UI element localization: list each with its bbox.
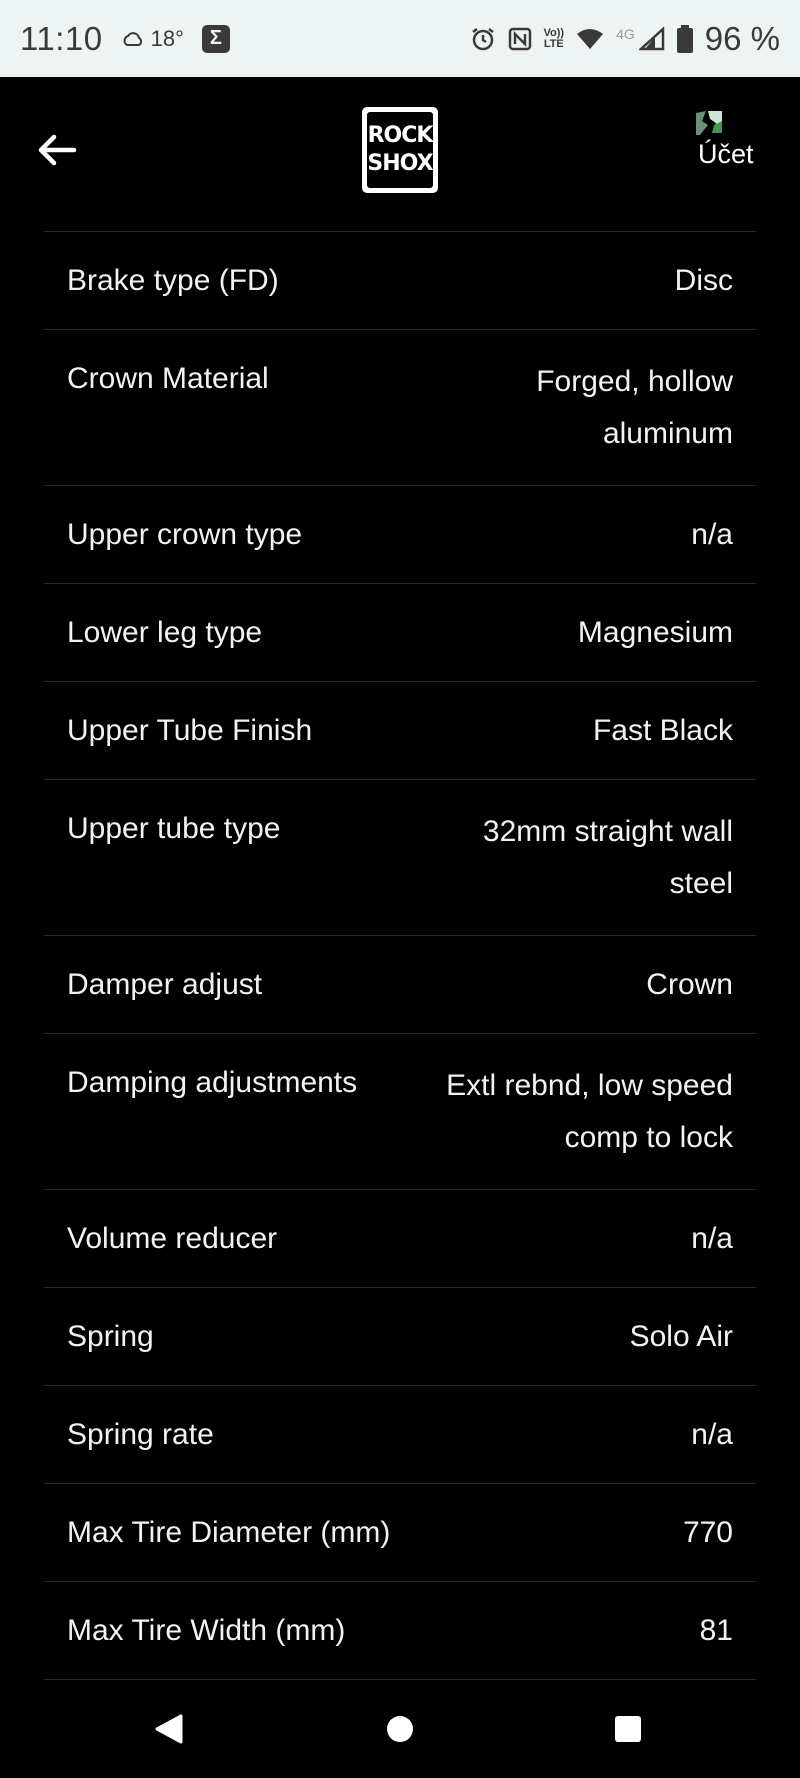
spec-value: Solo Air <box>629 1320 733 1353</box>
battery-percentage: 96 % <box>704 19 780 57</box>
spec-value: n/a <box>691 1222 733 1255</box>
spec-row: Crown Material Forged, hollow aluminum <box>44 329 756 485</box>
app-header: ROCK SHOX Účet <box>0 77 800 231</box>
nav-recents-button[interactable] <box>593 1694 663 1764</box>
spec-label: Damping adjustments <box>67 1066 358 1099</box>
spec-value: 81 <box>699 1614 733 1647</box>
spec-label: Spring <box>67 1320 154 1353</box>
arrow-left-icon <box>38 134 77 166</box>
volte-icon: Vo)) LTE <box>543 26 565 50</box>
nfc-icon <box>508 27 531 50</box>
spec-value: Extl rebnd, low speed comp to lock <box>446 1069 733 1154</box>
spec-row: Upper Tube Finish Fast Black <box>44 681 756 779</box>
spec-row: Lower leg type Magnesium <box>44 583 756 681</box>
spec-label: Volume reducer <box>67 1222 278 1255</box>
nav-home-button[interactable] <box>365 1694 435 1764</box>
network-type: 4G <box>616 25 635 42</box>
sigma-icon: Σ <box>201 24 230 53</box>
alarm-icon <box>471 27 494 50</box>
spec-row: Damping adjustments Extl rebnd, low spee… <box>44 1033 756 1189</box>
spec-row: Brake type (FD) Disc <box>44 231 756 329</box>
spec-value: Disc <box>674 264 733 297</box>
spec-table: Brake type (FD) Disc Crown Material Forg… <box>44 231 756 1680</box>
spec-row: Upper tube type 32mm straight wall steel <box>44 779 756 935</box>
spec-value: n/a <box>691 518 733 551</box>
spec-label: Crown Material <box>67 362 269 395</box>
circle-home-icon <box>387 1716 413 1742</box>
weather-indicator: 18° <box>121 26 184 52</box>
spec-label: Upper crown type <box>67 518 303 551</box>
broken-image-icon <box>696 111 722 135</box>
spec-label: Brake type (FD) <box>67 264 279 297</box>
spec-value: Fast Black <box>592 714 733 747</box>
spec-row: Upper crown type n/a <box>44 485 756 583</box>
nav-back-button[interactable] <box>133 1694 203 1764</box>
square-recents-icon <box>615 1716 641 1742</box>
account-label: Účet <box>698 139 754 169</box>
triangle-back-icon <box>155 1714 183 1744</box>
spec-label: Spring rate <box>67 1418 214 1451</box>
spec-value: Magnesium <box>577 616 733 649</box>
spec-value: Forged, hollow aluminum <box>536 365 733 450</box>
spec-row: Volume reducer n/a <box>44 1189 756 1287</box>
spec-value: 770 <box>682 1516 733 1549</box>
spec-label: Upper tube type <box>67 812 281 845</box>
logo-text-bottom: SHOX <box>367 151 433 176</box>
spec-value: 32mm straight wall steel <box>482 815 733 900</box>
temperature: 18° <box>150 25 184 51</box>
spec-row: Spring Solo Air <box>44 1287 756 1385</box>
spec-value: n/a <box>691 1418 733 1451</box>
spec-row: Damper adjust Crown <box>44 935 756 1033</box>
spec-label: Damper adjust <box>67 968 263 1001</box>
battery-icon <box>676 24 693 53</box>
account-button[interactable]: Účet <box>690 109 780 179</box>
spec-label: Lower leg type <box>67 616 263 649</box>
rockshox-logo[interactable]: ROCK SHOX <box>362 107 438 193</box>
spec-row: Spring rate n/a <box>44 1385 756 1483</box>
spec-value: Crown <box>646 968 733 1001</box>
spec-label: Max Tire Diameter (mm) <box>67 1516 391 1549</box>
status-bar: 11:10 18° Σ Vo)) LTE 4G 96 % <box>0 0 800 77</box>
wifi-icon <box>577 28 604 49</box>
status-time: 11:10 <box>20 19 103 57</box>
spec-label: Upper Tube Finish <box>67 714 313 747</box>
spec-row: Max Tire Diameter (mm) 770 <box>44 1483 756 1581</box>
back-button[interactable] <box>34 127 80 173</box>
cell-signal-icon <box>638 26 665 50</box>
logo-text-top: ROCK <box>367 123 434 148</box>
spec-row: Max Tire Width (mm) 81 <box>44 1581 756 1680</box>
spec-label: Max Tire Width (mm) <box>67 1614 346 1647</box>
system-nav-bar <box>0 1680 800 1778</box>
cloud-icon <box>123 31 142 46</box>
logo-badge: ROCK SHOX <box>367 112 434 188</box>
